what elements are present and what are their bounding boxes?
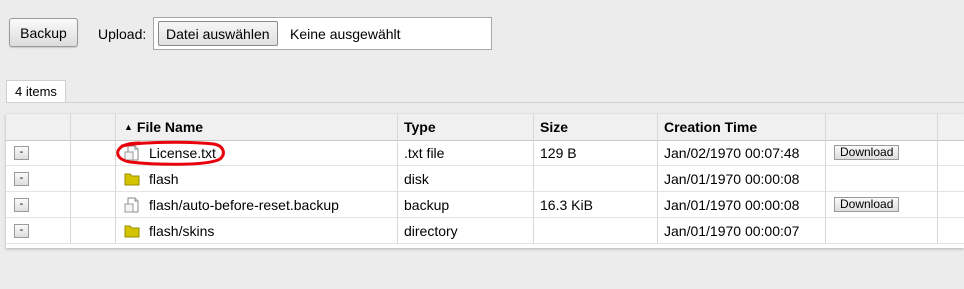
file-name[interactable]: License.txt bbox=[149, 145, 216, 161]
column-header-file-name[interactable]: ▲ File Name bbox=[116, 114, 398, 140]
spacer-cell bbox=[938, 140, 964, 166]
file-type-cell: disk bbox=[398, 166, 534, 192]
upload-label: Upload: bbox=[98, 26, 147, 42]
sort-ascending-icon: ▲ bbox=[124, 122, 133, 132]
table-header: ▲ File Name Type Size Creation Time bbox=[6, 114, 964, 141]
remove-button[interactable]: - bbox=[14, 145, 29, 160]
header-spacer bbox=[938, 114, 964, 140]
file-size-cell bbox=[534, 166, 658, 192]
spacer-cell bbox=[71, 140, 116, 166]
folder-icon bbox=[124, 173, 140, 185]
remove-cell: - bbox=[6, 218, 71, 244]
remove-button[interactable]: - bbox=[14, 197, 29, 212]
creation-time-cell: Jan/02/1970 00:07:48 bbox=[658, 140, 826, 166]
header-spacer bbox=[71, 114, 116, 140]
column-header-label: File Name bbox=[136, 119, 204, 135]
file-size-cell bbox=[534, 218, 658, 244]
file-size-cell: 129 B bbox=[534, 140, 658, 166]
creation-time-cell: Jan/01/1970 00:00:08 bbox=[658, 166, 826, 192]
file-name-cell[interactable]: flash/auto-before-reset.backup bbox=[116, 192, 398, 218]
selected-file-status: Keine ausgewählt bbox=[290, 26, 401, 42]
column-header-type[interactable]: Type bbox=[398, 114, 534, 140]
remove-button[interactable]: - bbox=[14, 223, 29, 238]
download-cell bbox=[826, 218, 938, 244]
file-size-cell: 16.3 KiB bbox=[534, 192, 658, 218]
table-row: - flash/auto-before-reset.backup backup 16.… bbox=[6, 192, 964, 218]
download-button[interactable]: Download bbox=[834, 145, 900, 160]
text-file-icon bbox=[124, 145, 139, 160]
file-table: ▲ File Name Type Size Creation Time - Lic… bbox=[6, 114, 964, 248]
file-name[interactable]: flash bbox=[149, 171, 179, 187]
tab-item-count[interactable]: 4 items bbox=[6, 80, 66, 102]
remove-cell: - bbox=[6, 166, 71, 192]
spacer-cell bbox=[71, 192, 116, 218]
file-name-cell[interactable]: flash bbox=[116, 166, 398, 192]
download-cell bbox=[826, 166, 938, 192]
download-cell: Download bbox=[826, 192, 938, 218]
creation-time-cell: Jan/01/1970 00:00:08 bbox=[658, 192, 826, 218]
spacer-cell bbox=[71, 166, 116, 192]
text-file-icon bbox=[124, 197, 139, 212]
remove-cell: - bbox=[6, 140, 71, 166]
spacer-cell bbox=[938, 192, 964, 218]
download-cell: Download bbox=[826, 140, 938, 166]
table-row: - flash disk Jan/01/1970 00:00:08 bbox=[6, 166, 964, 192]
spacer-cell bbox=[938, 218, 964, 244]
creation-time-cell: Jan/01/1970 00:00:07 bbox=[658, 218, 826, 244]
remove-cell: - bbox=[6, 192, 71, 218]
column-header-creation-time[interactable]: Creation Time bbox=[658, 114, 826, 140]
header-spacer bbox=[6, 114, 71, 140]
column-header-size[interactable]: Size bbox=[534, 114, 658, 140]
file-name[interactable]: flash/auto-before-reset.backup bbox=[149, 197, 339, 213]
file-upload-field[interactable]: Datei auswählen Keine ausgewählt bbox=[153, 17, 492, 50]
file-type-cell: directory bbox=[398, 218, 534, 244]
file-name-cell[interactable]: License.txt bbox=[116, 140, 398, 166]
header-spacer bbox=[826, 114, 938, 140]
folder-icon bbox=[124, 225, 140, 237]
file-type-cell: .txt file bbox=[398, 140, 534, 166]
tab-strip: 4 items bbox=[6, 80, 964, 103]
file-name[interactable]: flash/skins bbox=[149, 223, 214, 239]
table-row: - License.txt .txt file 129 B Jan/02/1970 00… bbox=[6, 140, 964, 166]
file-type-cell: backup bbox=[398, 192, 534, 218]
choose-file-button[interactable]: Datei auswählen bbox=[158, 21, 278, 46]
spacer-cell bbox=[71, 218, 116, 244]
download-button[interactable]: Download bbox=[834, 197, 900, 212]
spacer-cell bbox=[938, 166, 964, 192]
table-row: - flash/skins directory Jan/01/1970 00:00:0… bbox=[6, 218, 964, 244]
file-name-cell[interactable]: flash/skins bbox=[116, 218, 398, 244]
remove-button[interactable]: - bbox=[14, 171, 29, 186]
backup-button[interactable]: Backup bbox=[9, 18, 78, 47]
